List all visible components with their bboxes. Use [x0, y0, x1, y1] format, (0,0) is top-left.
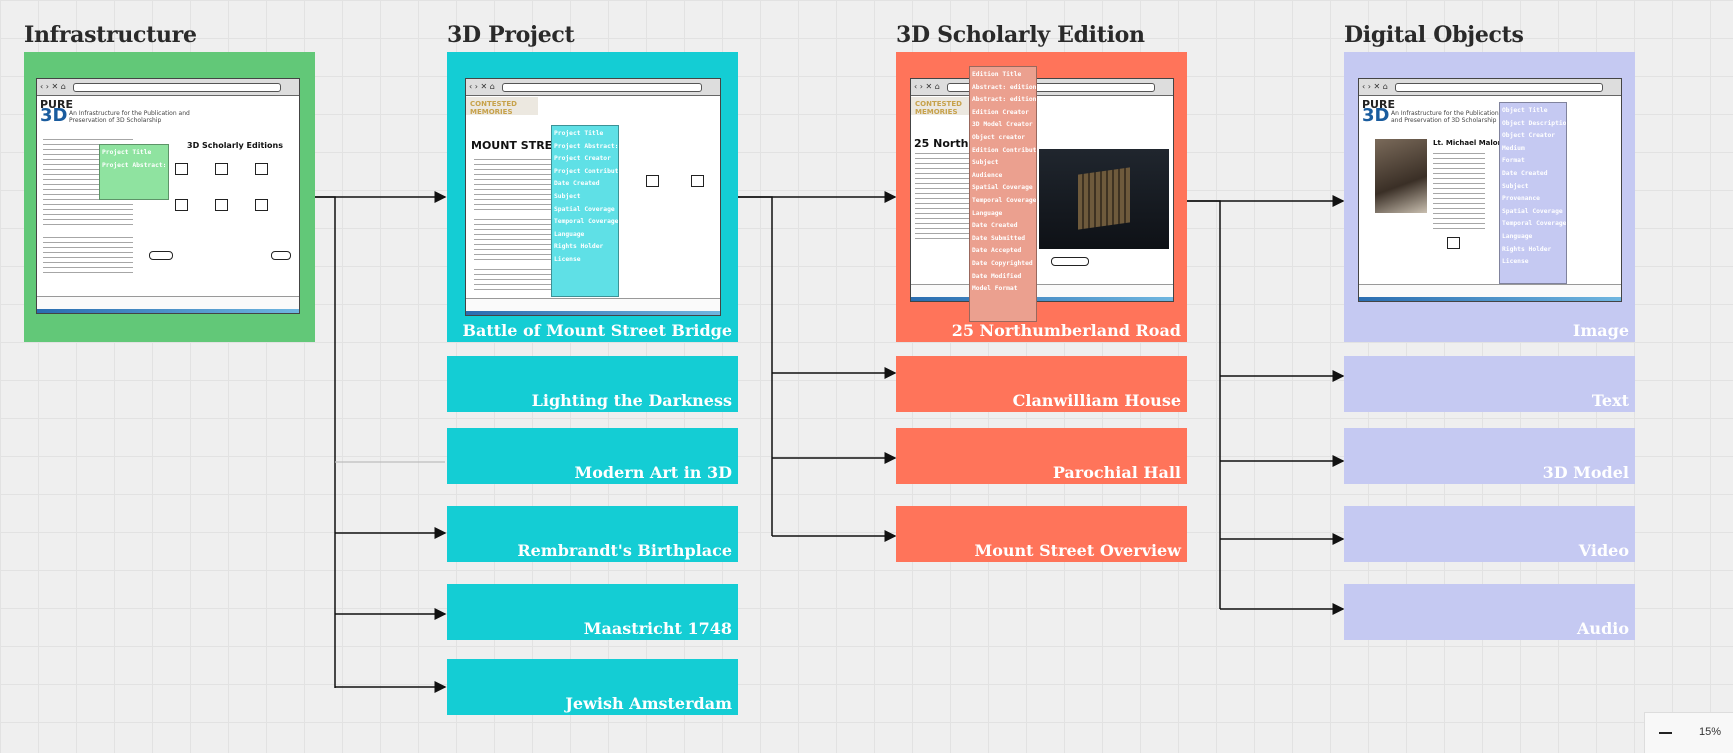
edition-card-label: 25 Northumberland Road — [951, 321, 1181, 340]
edition-card-4[interactable]: Mount Street Overview — [896, 506, 1187, 562]
object-card-label: Audio — [1577, 619, 1629, 638]
connector-edition-trunk — [1186, 200, 1221, 609]
project-card-label: Lighting the Darkness — [531, 391, 732, 410]
edition-card-label: Parochial Hall — [1052, 463, 1181, 482]
project-card-1[interactable]: ‹ › ✕ ⌂ CONTESTED MEMORIES MOUNT STREET … — [447, 52, 738, 342]
object-card-label: Image — [1572, 321, 1629, 340]
project-card-2[interactable]: Lighting the Darkness — [447, 356, 738, 412]
edition-card-3[interactable]: Parochial Hall — [896, 428, 1187, 484]
thumb-heading: Lt. Michael Malone — [1433, 139, 1508, 147]
object-screenshot: ‹ › ✕ ⌂ PURE 3D An Infrastructure for the… — [1358, 78, 1622, 302]
object-card-label: Text — [1591, 391, 1629, 410]
3d-model-viewer[interactable] — [1039, 149, 1169, 249]
object-card-3[interactable]: 3D Model — [1344, 428, 1635, 484]
edition-card-1[interactable]: ‹ › ✕ ⌂ CONTESTED MEMORIES 25 Northum Ed… — [896, 52, 1187, 342]
connector-project-trunk — [737, 196, 773, 536]
portrait-photo — [1375, 139, 1427, 213]
project-card-label: Maastricht 1748 — [583, 619, 732, 638]
infrastructure-metadata-popover: Project Title Project Abstract: abs — [99, 144, 169, 200]
thumb-heading: 3D Scholarly Editions — [187, 141, 283, 150]
connector-infra-trunk — [315, 196, 336, 688]
edition-card-2[interactable]: Clanwilliam House — [896, 356, 1187, 412]
project-card-label: Jewish Amsterdam — [565, 694, 732, 713]
object-card-4[interactable]: Video — [1344, 506, 1635, 562]
edition-card-label: Mount Street Overview — [974, 541, 1181, 560]
object-card-2[interactable]: Text — [1344, 356, 1635, 412]
project-logo: CONTESTED MEMORIES — [466, 97, 538, 116]
zoom-out-button[interactable] — [1659, 732, 1672, 734]
object-metadata-popover: Object Title Object Description Object C… — [1499, 102, 1567, 284]
brand-tagline: An Infrastructure for the Publication an… — [69, 110, 190, 124]
project-card-3[interactable]: Modern Art in 3D — [447, 428, 738, 484]
project-card-5[interactable]: Maastricht 1748 — [447, 584, 738, 640]
project-metadata-popover: Project Title Project Abstract: abs Proj… — [551, 125, 619, 297]
object-card-label: 3D Model — [1542, 463, 1629, 482]
project-card-label: Modern Art in 3D — [574, 463, 732, 482]
project-card-4[interactable]: Rembrandt's Birthplace — [447, 506, 738, 562]
edition-metadata-popover: Edition Title Abstract: edition_ab Abstr… — [969, 66, 1037, 322]
edition-screenshot: ‹ › ✕ ⌂ CONTESTED MEMORIES 25 Northum — [910, 78, 1174, 302]
infrastructure-card[interactable]: ‹ › ✕ ⌂ PURE 3D An Infrastructure for the… — [24, 52, 315, 342]
project-card-label: Rembrandt's Birthplace — [517, 541, 732, 560]
edition-card-label: Clanwilliam House — [1012, 391, 1181, 410]
object-card-5[interactable]: Audio — [1344, 584, 1635, 640]
object-card-label: Video — [1578, 541, 1629, 560]
zoom-control: 15% — [1644, 712, 1733, 753]
brand-tagline: An Infrastructure for the Publication an… — [1391, 110, 1499, 124]
zoom-level: 15% — [1698, 726, 1721, 738]
project-card-6[interactable]: Jewish Amsterdam — [447, 659, 738, 715]
project-card-label: Battle of Mount Street Bridge — [462, 321, 732, 340]
object-card-1[interactable]: ‹ › ✕ ⌂ PURE 3D An Infrastructure for the… — [1344, 52, 1635, 342]
